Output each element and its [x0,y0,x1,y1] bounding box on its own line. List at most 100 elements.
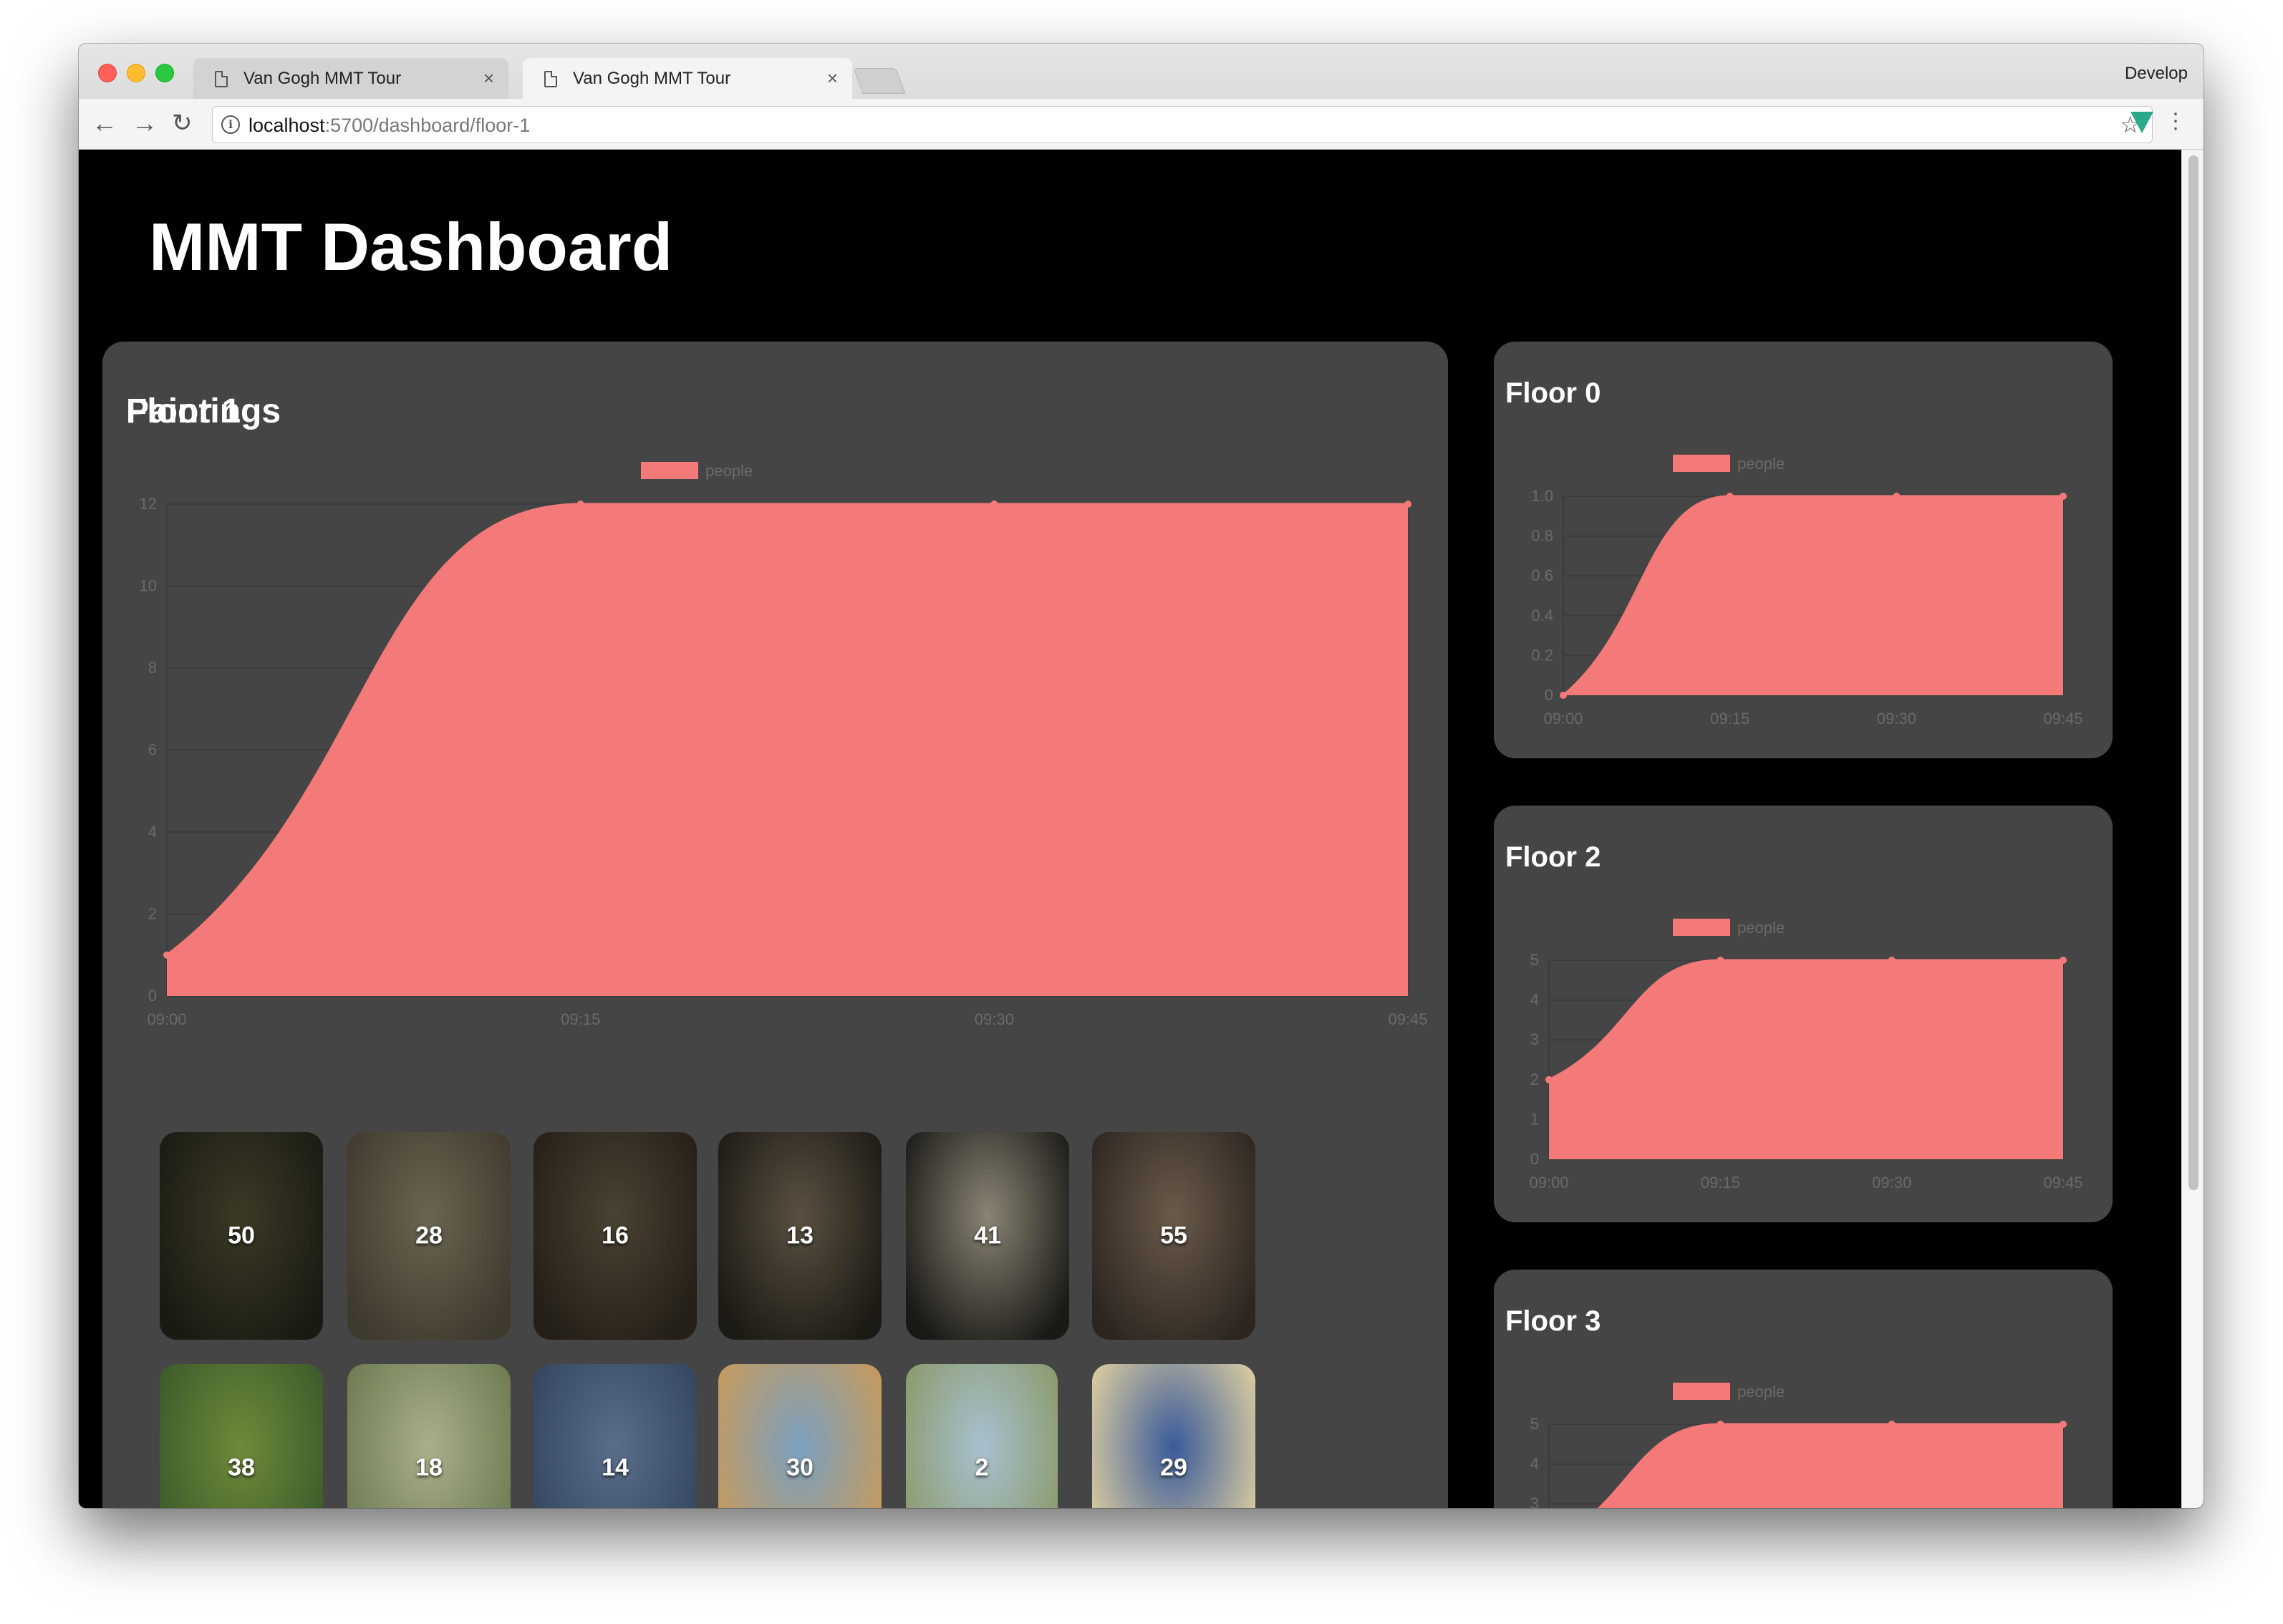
painting-thumbnail[interactable]: 30 [718,1364,882,1508]
floor-3-chart: 01234509:0009:1509:3009:45people [1530,1383,2067,1508]
y-tick-label: 4 [148,823,157,841]
reload-icon[interactable]: ↻ [172,107,193,139]
data-point [2060,957,2067,964]
floor-2-panel[interactable]: Floor 2 0 1 2 3 4 5 09:00 09:15 09:30 09:45 people [1494,806,2113,1222]
paintings-heading: Paintings [126,392,281,430]
close-tab-icon[interactable]: × [827,67,838,90]
browser-tab-1[interactable]: Van Gogh MMT Tour × [193,58,508,99]
x-tick-label: 09:30 [1872,1174,1911,1192]
x-tick-label: 09:00 [1529,1174,1568,1192]
y-tick-label: 0 [1530,1150,1539,1168]
page-title: MMT Dashboard [149,209,673,284]
y-tick-label: 5 [1530,951,1539,969]
scrollbar-thumb[interactable] [2188,155,2198,1190]
legend-swatch [641,462,698,479]
y-tick-label: 1 [1530,1110,1539,1128]
painting-thumbnail[interactable]: 29 [1092,1364,1255,1508]
painting-thumbnail[interactable]: 16 [534,1132,697,1340]
series-area-people [167,504,1408,996]
legend-label: people [1737,455,1785,473]
y-tick-label: 4 [1530,991,1539,1009]
minimize-window-button[interactable] [127,64,145,82]
new-tab-button[interactable] [853,68,906,94]
painting-thumbnail[interactable]: 28 [347,1132,511,1340]
x-tick-label: 09:45 [2043,710,2082,728]
page-viewport: MMT Dashboard Floor 1 0 2 4 6 8 10 12 09:00 09:1… [79,150,2204,1508]
visitor-count: 55 [1160,1222,1187,1250]
data-point [2060,493,2067,500]
painting-thumbnail[interactable]: 14 [534,1364,697,1508]
y-tick-label: 3 [1530,1494,1539,1508]
x-tick-label: 09:00 [147,1010,186,1028]
y-tick-label: 4 [1530,1455,1539,1473]
y-tick-label: 0.8 [1531,527,1553,545]
data-point [1560,692,1567,699]
painting-thumbnail[interactable]: 38 [160,1364,323,1508]
y-tick-label: 2 [148,905,157,923]
info-icon[interactable]: i [221,115,240,134]
painting-thumbnail[interactable]: 41 [906,1132,1069,1340]
y-tick-label: 2 [1530,1070,1539,1088]
tab-bar: Van Gogh MMT Tour × Van Gogh MMT Tour × … [79,44,2204,99]
floor-3-panel[interactable]: Floor 3 01234509:0009:1509:3009:45people [1494,1270,2113,1508]
visitor-count: 30 [786,1454,814,1482]
series-area-people [1599,1424,2063,1508]
visitor-count: 38 [228,1454,255,1482]
back-arrow-icon[interactable]: ← [92,107,117,139]
profile-label[interactable]: Develop [2125,64,2188,84]
browser-tab-2[interactable]: Van Gogh MMT Tour × [523,58,852,99]
page-scrollbar[interactable] [2181,150,2204,1508]
page-icon [544,71,557,87]
address-bar[interactable]: i localhost:5700/dashboard/floor-1 ☆ [212,106,2153,143]
data-point [2060,1421,2067,1428]
legend-swatch [1673,919,1730,936]
tab-title: Van Gogh MMT Tour [243,68,402,88]
close-window-button[interactable] [98,64,117,82]
data-point [576,501,584,508]
y-tick-label: 5 [1530,1415,1539,1433]
y-tick-label: 0 [1545,686,1553,704]
y-tick-label: 0.4 [1531,606,1553,624]
painting-thumbnail[interactable]: 13 [718,1132,882,1340]
visitor-count: 16 [602,1222,629,1250]
data-point [990,501,998,508]
visitor-count: 14 [602,1454,629,1482]
series-area-people [1549,960,2063,1159]
floor-0-chart: 0 0.2 0.4 0.6 0.8 1.0 09:00 09:15 09:30 09:45 peop… [1531,455,2083,728]
floor-0-panel[interactable]: Floor 0 0 0.2 0.4 0.6 0.8 1.0 09:00 09:15 09:30 0… [1494,342,2113,758]
data-point [163,951,170,959]
legend-label: people [1737,919,1785,937]
x-tick-label: 09:15 [1701,1174,1740,1192]
y-tick-label: 0.6 [1531,566,1553,584]
y-tick-label: 12 [140,495,157,513]
url-text[interactable]: localhost:5700/dashboard/floor-1 [248,115,530,137]
forward-arrow-icon[interactable]: → [132,107,158,139]
painting-thumbnail[interactable]: 18 [347,1364,511,1508]
y-tick-label: 0.2 [1531,646,1553,664]
floor-2-chart: 0 1 2 3 4 5 09:00 09:15 09:30 09:45 people [1529,919,2083,1192]
vue-devtools-icon[interactable] [2130,112,2153,133]
painting-thumbnail[interactable]: 50 [160,1132,323,1340]
more-menu-icon[interactable]: ⋮ [2165,107,2186,136]
y-tick-label: 6 [148,741,157,759]
visitor-count: 13 [786,1222,814,1250]
x-tick-label: 09:45 [1388,1010,1427,1028]
close-tab-icon[interactable]: × [483,67,494,90]
y-tick-label: 1.0 [1531,487,1553,505]
legend-label: people [705,462,753,480]
legend-swatch [1673,1383,1730,1400]
zoom-window-button[interactable] [155,64,174,82]
visitor-count: 29 [1160,1454,1187,1482]
visitor-count: 50 [228,1222,255,1250]
painting-thumbnail[interactable]: 55 [1092,1132,1255,1340]
y-tick-label: 3 [1530,1030,1539,1048]
data-point [1888,1421,1896,1428]
x-tick-label: 09:30 [975,1010,1014,1028]
x-tick-label: 09:15 [561,1010,600,1028]
painting-thumbnail[interactable]: 2 [906,1364,1058,1508]
y-tick-label: 0 [148,987,157,1005]
visitor-count: 28 [415,1222,443,1250]
data-point [1545,1076,1553,1083]
x-tick-label: 09:45 [2043,1174,2082,1192]
visitor-count: 41 [974,1222,1001,1250]
